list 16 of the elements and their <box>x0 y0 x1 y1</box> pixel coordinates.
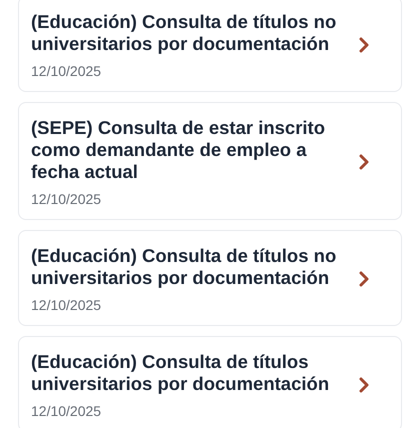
card-title: (Educación) Consulta de títulos universitarios por documentación <box>31 351 330 395</box>
chevron-right-icon <box>359 37 369 53</box>
chevron-right-icon <box>359 271 369 287</box>
card-title: (SEPE) Consulta de estar inscrito como demandante de empleo a fecha actual <box>31 117 326 183</box>
card-date: 12/10/2025 <box>31 63 102 79</box>
card-date: 12/10/2025 <box>31 297 102 313</box>
card-date: 12/10/2025 <box>31 403 102 419</box>
card-title: (Educación) Consulta de títulos no universitarios por documentación <box>31 11 338 55</box>
list-card[interactable]: (Educación) Consulta de títulos no universitarios por documentación 12/10/2025 <box>18 0 402 92</box>
list-card[interactable]: (SEPE) Consulta de estar inscrito como demandante de empleo a fecha actual 12/10/2025 <box>18 102 402 220</box>
card-title: (Educación) Consulta de títulos no universitarios por documentación <box>31 245 338 289</box>
chevron-right-icon <box>359 154 369 170</box>
card-date: 12/10/2025 <box>31 191 102 207</box>
list-card[interactable]: (Educación) Consulta de títulos universitarios por documentación 12/10/2025 <box>18 336 402 428</box>
chevron-right-icon <box>359 377 369 393</box>
list-card[interactable]: (Educación) Consulta de títulos no universitarios por documentación 12/10/2025 <box>18 230 402 326</box>
